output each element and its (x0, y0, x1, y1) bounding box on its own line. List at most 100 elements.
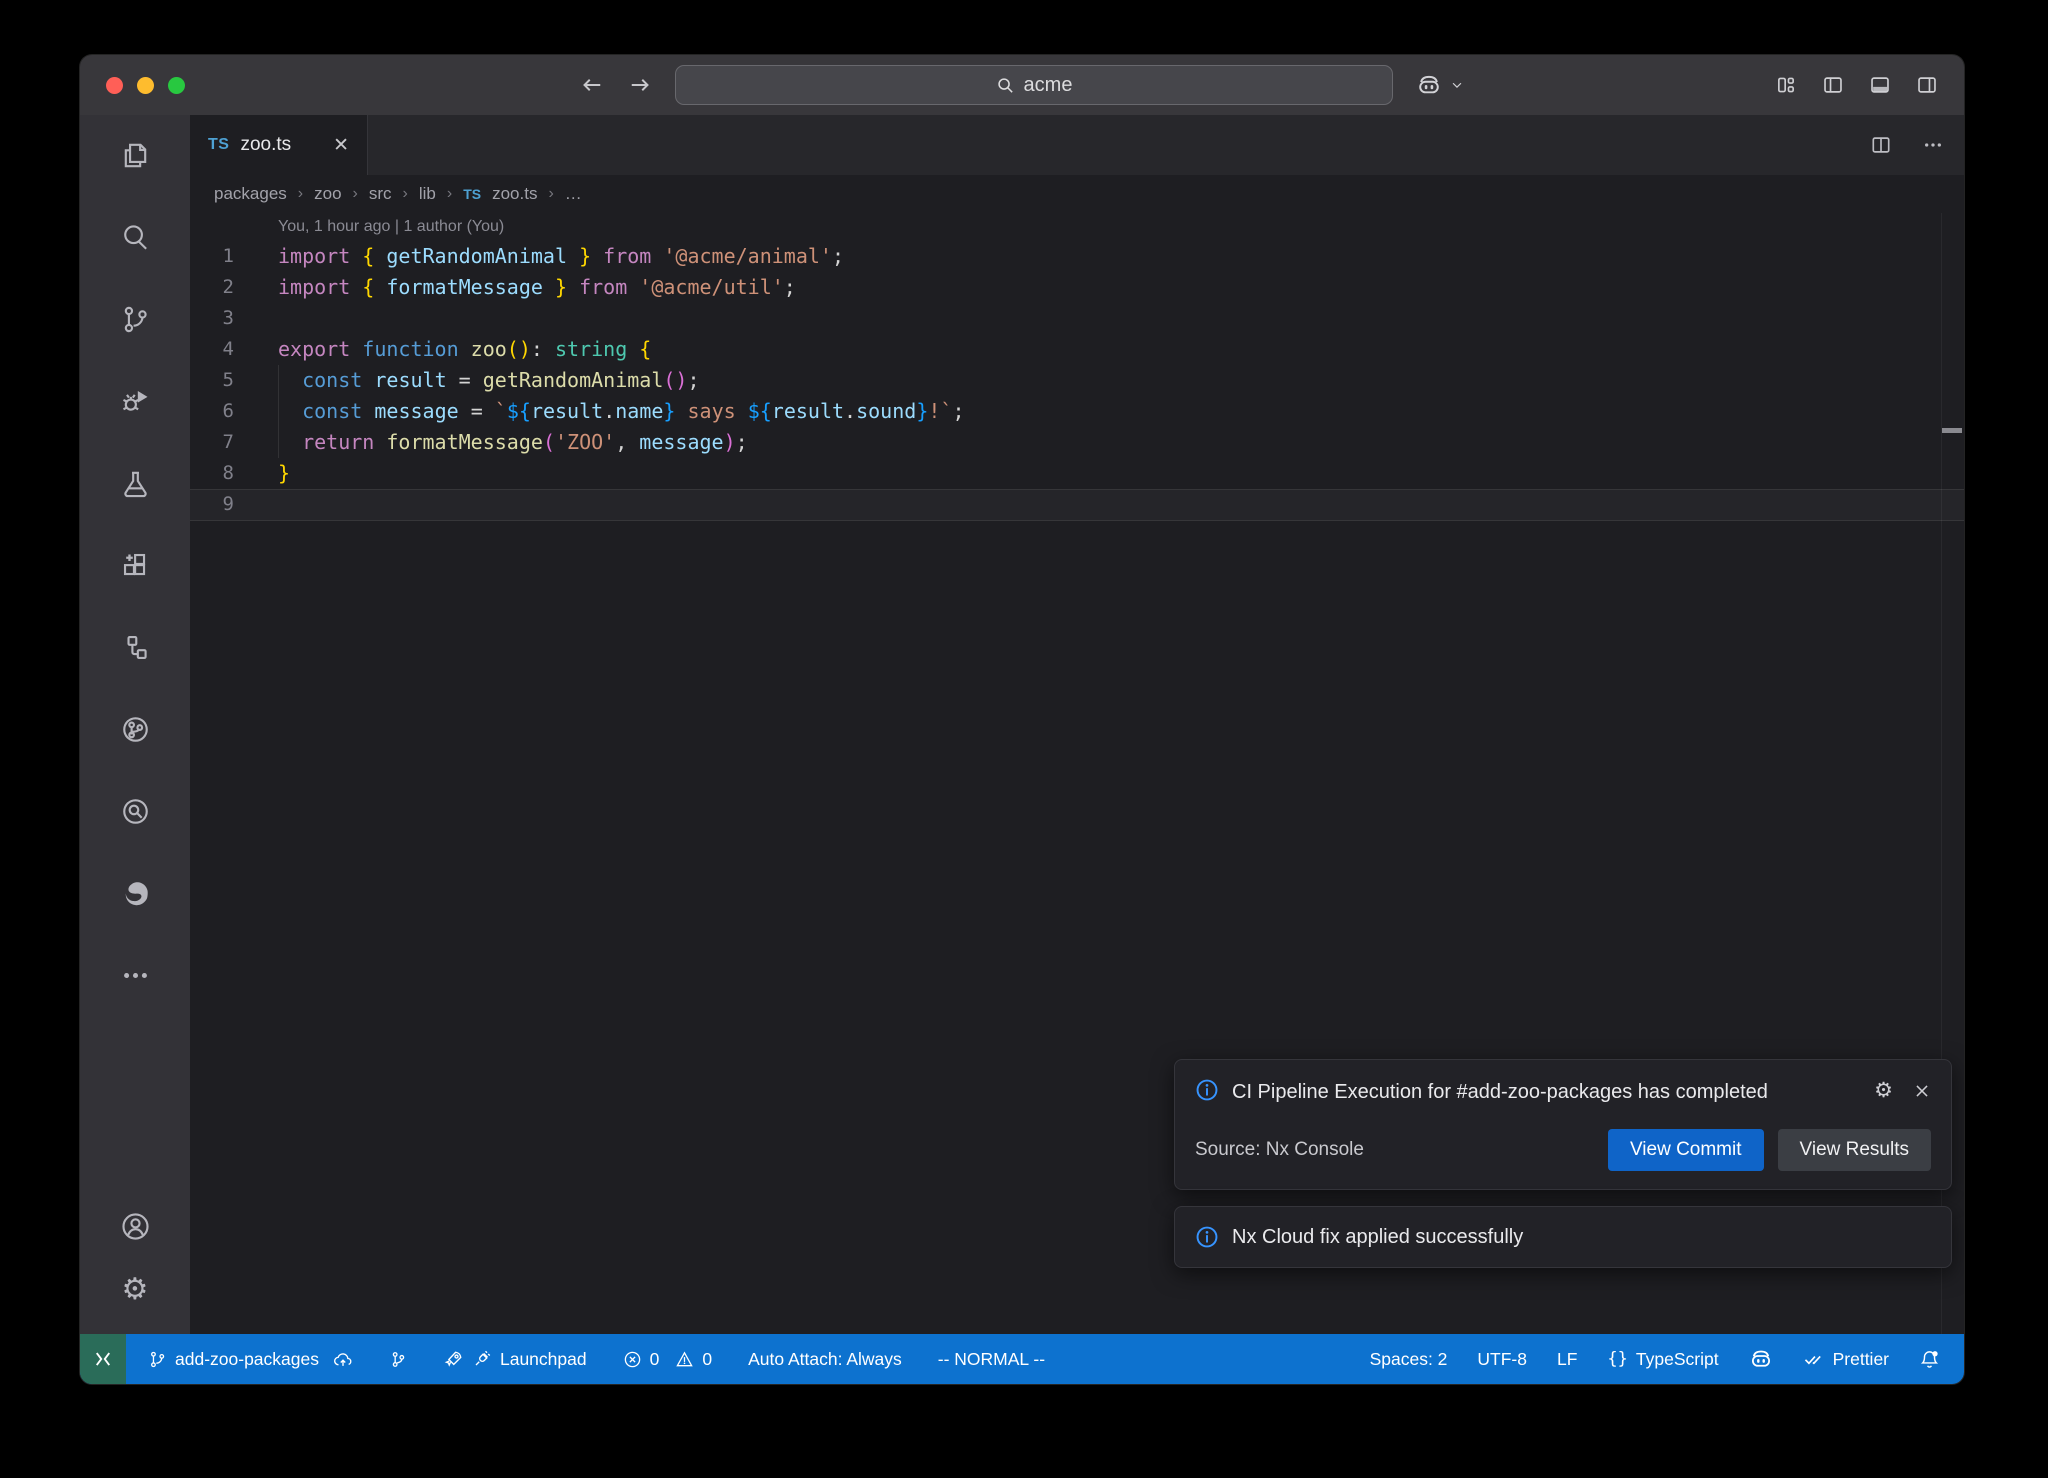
search-sidebar-icon[interactable] (109, 211, 161, 263)
notification-message: Nx Cloud fix applied successfully (1232, 1226, 1523, 1249)
testing-icon[interactable] (109, 457, 161, 509)
commit-graph-status[interactable] (389, 1350, 408, 1369)
source-control-icon[interactable] (109, 293, 161, 345)
traffic-lights (106, 77, 185, 94)
code-line: 4export function zoo(): string { (190, 334, 1964, 365)
code-lines: 1import { getRandomAnimal } from '@acme/… (190, 241, 1964, 520)
notification-toast: Nx Cloud fix applied successfully (1174, 1206, 1952, 1268)
breadcrumb: packages › zoo › src › lib › TS zoo.ts ›… (190, 175, 1964, 213)
toggle-primary-sidebar-icon[interactable] (1822, 74, 1844, 96)
status-bar: add-zoo-packages Launchpad (80, 1334, 1964, 1384)
explorer-icon[interactable] (109, 129, 161, 181)
chevron-right-icon: › (353, 185, 358, 203)
rocket-icon (444, 1349, 464, 1369)
more-actions-icon[interactable] (1922, 134, 1944, 156)
git-branch-status[interactable]: add-zoo-packages (148, 1349, 353, 1370)
language-mode-status[interactable]: {} TypeScript (1607, 1349, 1718, 1370)
titlebar: acme (80, 55, 1964, 115)
command-center-search[interactable]: acme (675, 65, 1393, 105)
breadcrumb-file[interactable]: zoo.ts (492, 184, 537, 204)
plug-icon (472, 1349, 492, 1369)
inspect-circle-icon[interactable] (109, 785, 161, 837)
view-commit-button[interactable]: View Commit (1608, 1129, 1764, 1171)
code-line: 1import { getRandomAnimal } from '@acme/… (190, 241, 1964, 272)
close-window-button[interactable] (106, 77, 123, 94)
breadcrumb-item[interactable]: packages (214, 184, 287, 204)
formatter-status[interactable]: Prettier (1803, 1348, 1889, 1370)
code-line: 8} (190, 458, 1964, 489)
tab-close-icon[interactable]: ✕ (333, 136, 349, 155)
forward-arrow-icon[interactable] (628, 73, 652, 97)
code-line: 3 (190, 303, 1964, 334)
back-arrow-icon[interactable] (580, 73, 604, 97)
error-count: 0 (650, 1349, 660, 1370)
chevron-down-icon (1450, 78, 1464, 92)
copilot-status[interactable] (1749, 1347, 1773, 1371)
toggle-panel-icon[interactable] (1869, 74, 1891, 96)
view-results-button[interactable]: View Results (1778, 1129, 1931, 1171)
problems-status[interactable]: 0 0 (623, 1349, 712, 1370)
breadcrumb-item[interactable]: zoo (314, 184, 341, 204)
eol-status[interactable]: LF (1557, 1349, 1577, 1370)
line-number: 5 (190, 365, 234, 396)
encoding-status[interactable]: UTF-8 (1477, 1349, 1527, 1370)
toggle-secondary-sidebar-icon[interactable] (1916, 74, 1938, 96)
chevron-right-icon: › (298, 185, 303, 203)
hierarchy-icon[interactable] (109, 621, 161, 673)
activity-bar: ⚙ (80, 115, 190, 1334)
code-line: 6 const message = `${result.name} says $… (190, 396, 1964, 427)
notification-settings-gear-icon[interactable]: ⚙ (1874, 1080, 1893, 1101)
tab-zoo-ts[interactable]: TS zoo.ts ✕ (190, 115, 368, 175)
info-icon (1195, 1078, 1219, 1102)
edge-tools-icon[interactable] (109, 867, 161, 919)
line-number: 8 (190, 458, 234, 489)
launchpad-status[interactable]: Launchpad (444, 1349, 587, 1370)
line-number: 1 (190, 241, 234, 272)
zoom-window-button[interactable] (168, 77, 185, 94)
line-number: 4 (190, 334, 234, 365)
code-line: 7 return formatMessage('ZOO', message); (190, 427, 1964, 458)
tab-label: zoo.ts (240, 134, 291, 156)
vim-mode-status[interactable]: -- NORMAL -- (938, 1349, 1045, 1370)
notification-close-icon[interactable] (1913, 1082, 1931, 1100)
launchpad-label: Launchpad (500, 1349, 587, 1370)
notifications-bell-icon[interactable] (1919, 1349, 1940, 1370)
breadcrumb-item[interactable]: src (369, 184, 392, 204)
notification-message: CI Pipeline Execution for #add-zoo-packa… (1232, 1078, 1807, 1107)
search-value: acme (1024, 74, 1073, 97)
editor-group: TS zoo.ts ✕ packages › zoo › (190, 115, 1964, 1334)
customize-layout-icon[interactable] (1775, 74, 1797, 96)
code-line: 5 const result = getRandomAnimal(); (190, 365, 1964, 396)
line-number: 6 (190, 396, 234, 427)
copilot-icon (1749, 1347, 1773, 1371)
settings-gear-icon[interactable]: ⚙ (109, 1264, 161, 1316)
indentation-status[interactable]: Spaces: 2 (1370, 1349, 1448, 1370)
git-graph-circle-icon[interactable] (109, 703, 161, 755)
breadcrumb-overflow[interactable]: … (565, 184, 582, 204)
more-icon[interactable] (109, 949, 161, 1001)
auto-attach-status[interactable]: Auto Attach: Always (748, 1349, 902, 1370)
info-icon (1195, 1225, 1219, 1249)
copilot-icon (1416, 72, 1442, 98)
line-number: 2 (190, 272, 234, 303)
split-editor-icon[interactable] (1870, 134, 1892, 156)
branch-name: add-zoo-packages (175, 1349, 319, 1370)
git-blame-annotation: You, 1 hour ago | 1 author (You) (190, 213, 1964, 241)
account-icon[interactable] (109, 1200, 161, 1252)
cloud-upload-icon (333, 1349, 353, 1369)
minimize-window-button[interactable] (137, 77, 154, 94)
chevron-right-icon: › (447, 185, 452, 203)
line-number: 3 (190, 303, 234, 334)
copilot-menu[interactable] (1416, 55, 1464, 115)
extensions-icon[interactable] (109, 539, 161, 591)
braces-icon: {} (1607, 1349, 1627, 1369)
remote-indicator[interactable] (80, 1334, 126, 1384)
notification-source: Source: Nx Console (1195, 1139, 1364, 1161)
typescript-file-icon: TS (208, 136, 229, 154)
breadcrumb-item[interactable]: lib (419, 184, 436, 204)
error-circle-icon (623, 1350, 642, 1369)
warning-count: 0 (702, 1349, 712, 1370)
tab-bar: TS zoo.ts ✕ (190, 115, 1964, 175)
run-debug-icon[interactable] (109, 375, 161, 427)
code-line: 9 (190, 489, 1964, 520)
